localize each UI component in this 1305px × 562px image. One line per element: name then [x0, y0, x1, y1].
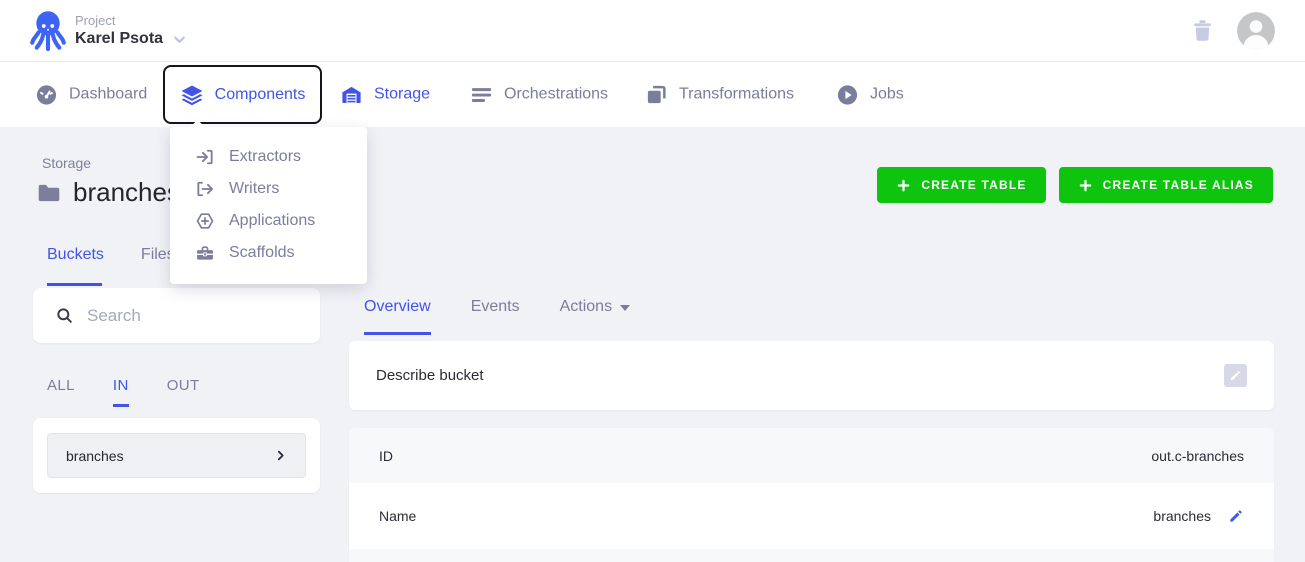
- search-icon: [57, 308, 72, 323]
- nav-item-storage[interactable]: Storage: [340, 83, 430, 106]
- filter-in[interactable]: IN: [112, 377, 129, 407]
- nav-label: Dashboard: [69, 85, 148, 103]
- filter-all[interactable]: ALL: [47, 377, 75, 394]
- gauge-icon: [36, 84, 57, 105]
- storage-tabs: Buckets Files: [47, 246, 175, 264]
- create-table-alias-button[interactable]: CREATE TABLE ALIAS: [1058, 167, 1273, 203]
- header-actions: [1190, 11, 1275, 50]
- row-label: Name: [379, 508, 417, 524]
- search-box: [33, 288, 320, 343]
- menu-item-applications[interactable]: Applications: [170, 205, 367, 237]
- row-label: ID: [379, 447, 393, 464]
- folder-icon: [38, 184, 60, 201]
- bucket-title: branches: [73, 177, 180, 207]
- table-row: ID out.c-branches: [349, 428, 1274, 483]
- layers-icon: [181, 85, 203, 105]
- describe-bucket-label: Describe bucket: [376, 367, 484, 384]
- menu-item-scaffolds[interactable]: Scaffolds: [170, 237, 367, 269]
- app-page: Project Karel Psota Dashboard Components…: [0, 0, 1305, 562]
- nav-label: Jobs: [870, 85, 904, 103]
- table-row: Name branches: [349, 483, 1274, 549]
- breadcrumb: Storage: [42, 155, 92, 171]
- search-input[interactable]: [87, 305, 297, 326]
- pencil-icon: [1230, 510, 1242, 522]
- menu-item-label: Extractors: [229, 148, 302, 165]
- bars-icon: [471, 87, 492, 102]
- top-header: Project Karel Psota: [0, 0, 1305, 62]
- nav-item-jobs[interactable]: Jobs: [836, 83, 904, 106]
- user-avatar[interactable]: [1237, 11, 1275, 50]
- row-value: branches: [1153, 508, 1211, 524]
- filter-out[interactable]: OUT: [167, 377, 200, 394]
- bucket-list-item[interactable]: branches: [47, 433, 306, 478]
- nav-label: Storage: [374, 85, 431, 103]
- row-value: out.c-branches: [1151, 447, 1244, 464]
- pencil-icon: [1230, 370, 1241, 381]
- active-tab-underline: [47, 283, 102, 286]
- create-table-button[interactable]: CREATE TABLE: [877, 167, 1046, 203]
- plus-icon: [1079, 179, 1091, 191]
- project-name-dropdown[interactable]: Karel Psota: [75, 29, 187, 48]
- plus-icon: [898, 179, 910, 191]
- tab-actions[interactable]: Actions: [559, 298, 631, 316]
- nav-item-transformations[interactable]: Transformations: [645, 83, 794, 106]
- menu-item-extractors[interactable]: Extractors: [170, 141, 367, 173]
- table-row: [349, 549, 1274, 562]
- project-switcher: Project Karel Psota: [75, 13, 187, 48]
- edit-description-button[interactable]: [1224, 364, 1247, 387]
- page-title: branches: [36, 177, 180, 208]
- menu-item-label: Applications: [229, 212, 316, 229]
- content-area: Extractors Writers Applications Scaffold…: [0, 127, 1305, 562]
- nav-label: Orchestrations: [504, 85, 609, 103]
- trash-icon[interactable]: [1190, 18, 1215, 43]
- nav-item-components[interactable]: Components: [163, 65, 322, 124]
- nav-label: Transformations: [679, 85, 794, 103]
- tab-actions-label: Actions: [559, 298, 613, 315]
- bucket-name: branches: [66, 447, 124, 464]
- components-dropdown-menu: Extractors Writers Applications Scaffold…: [170, 127, 367, 284]
- main-nav: Dashboard Components Storage Orchestrati…: [0, 62, 1305, 127]
- squares-icon: [647, 85, 666, 103]
- project-label: Project: [75, 13, 116, 29]
- play-icon: [837, 84, 858, 105]
- describe-bucket-card: Describe bucket: [349, 341, 1274, 410]
- bucket-detail-tabs: Overview Events Actions: [364, 298, 631, 335]
- toolbox-icon: [197, 246, 213, 260]
- table-actions: CREATE TABLE CREATE TABLE ALIAS: [877, 167, 1273, 203]
- tab-events[interactable]: Events: [471, 298, 520, 316]
- nav-item-orchestrations[interactable]: Orchestrations: [470, 83, 608, 106]
- bucket-properties-table: ID out.c-branches Name branches: [349, 428, 1274, 562]
- tab-buckets[interactable]: Buckets: [47, 246, 104, 264]
- sign-in-icon: [196, 149, 213, 165]
- sign-out-icon: [197, 181, 213, 197]
- menu-item-label: Scaffolds: [229, 244, 295, 261]
- warehouse-icon: [342, 86, 361, 103]
- create-table-alias-label: CREATE TABLE ALIAS: [1102, 178, 1254, 192]
- nav-item-dashboard[interactable]: Dashboard: [35, 83, 147, 106]
- bucket-list: branches: [33, 418, 320, 493]
- create-table-label: CREATE TABLE: [921, 178, 1027, 192]
- project-name: Karel Psota: [75, 29, 164, 47]
- menu-item-label: Writers: [229, 180, 280, 197]
- nav-label: Components: [214, 85, 306, 103]
- edit-name-button[interactable]: [1228, 508, 1244, 524]
- caret-down-icon: [620, 305, 631, 311]
- bucket-filters: ALL IN OUT: [47, 377, 200, 407]
- chevron-right-icon: [277, 450, 284, 461]
- hexagon-plus-icon: [196, 213, 214, 229]
- chevron-down-icon: [174, 36, 185, 43]
- menu-item-writers[interactable]: Writers: [170, 173, 367, 205]
- tab-overview[interactable]: Overview: [364, 298, 431, 335]
- keboola-octopus-logo-icon: [30, 10, 66, 51]
